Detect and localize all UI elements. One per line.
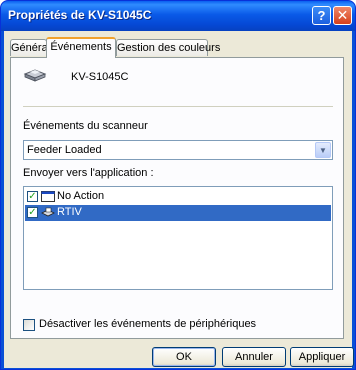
dialog-client-area: Général Événements Gestion des couleurs … xyxy=(4,31,354,368)
close-button[interactable]: ✕ xyxy=(333,6,352,25)
scanner-app-icon xyxy=(41,207,55,218)
scanner-events-select[interactable]: Feeder Loaded ▼ xyxy=(23,140,333,160)
send-to-label: Envoyer vers l'application : xyxy=(23,167,154,179)
application-list[interactable]: ✓ No Action ✓ RTIV xyxy=(23,186,333,290)
properties-dialog: Propriétés de KV-S1045C ? ✕ Général Évén… xyxy=(0,0,356,370)
tab-color-management[interactable]: Gestion des couleurs xyxy=(116,39,220,56)
list-item[interactable]: ✓ No Action xyxy=(25,189,331,205)
chevron-down-icon[interactable]: ▼ xyxy=(315,142,331,158)
cancel-button[interactable]: Annuler xyxy=(222,347,286,367)
window-title: Propriétés de KV-S1045C xyxy=(8,8,152,22)
tab-general[interactable]: Général xyxy=(10,39,50,56)
apply-button[interactable]: Appliquer xyxy=(290,347,354,367)
list-item-selected[interactable]: ✓ RTIV xyxy=(25,205,331,221)
window-icon xyxy=(41,191,55,202)
scanner-events-value: Feeder Loaded xyxy=(27,144,102,156)
disable-events-checkbox[interactable] xyxy=(23,319,35,331)
disable-events-label[interactable]: Désactiver les événements de périphériqu… xyxy=(39,318,256,330)
tab-events[interactable]: Événements xyxy=(46,37,116,58)
scanner-icon xyxy=(23,68,47,84)
scanner-events-label: Événements du scanneur xyxy=(23,120,148,132)
item-checkbox[interactable]: ✓ xyxy=(27,191,38,202)
item-checkbox[interactable]: ✓ xyxy=(27,207,38,218)
events-panel: KV-S1045C Événements du scanneur Feeder … xyxy=(10,57,344,339)
help-button[interactable]: ? xyxy=(312,6,331,25)
device-name: KV-S1045C xyxy=(71,71,129,83)
separator xyxy=(23,106,333,107)
item-label: RTIV xyxy=(57,206,82,218)
title-bar[interactable]: Propriétés de KV-S1045C ? ✕ xyxy=(1,1,355,31)
ok-button[interactable]: OK xyxy=(152,347,216,367)
item-label: No Action xyxy=(57,190,105,202)
